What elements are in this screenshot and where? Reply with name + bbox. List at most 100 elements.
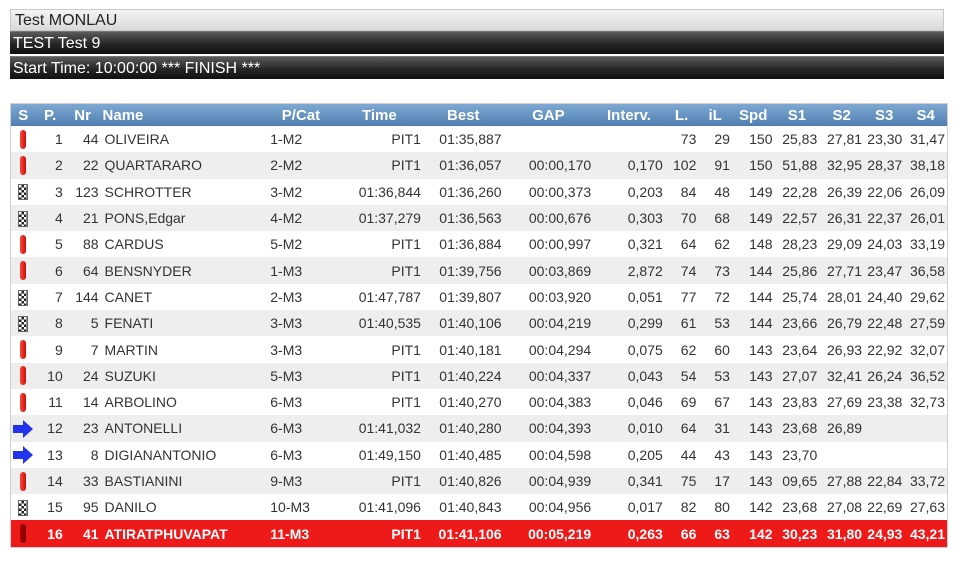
cell-spd: 144 [731, 283, 775, 311]
table-row[interactable]: 10 24 SUZUKI 5-M3 PIT1 01:40,224 00:04,337 0,04… [11, 362, 947, 389]
column-header[interactable]: S1 [774, 104, 820, 126]
cell-best: 01:36,057 [422, 152, 504, 179]
cell-s4: 36,52 [904, 362, 947, 389]
cell-spd: 150 [731, 152, 775, 179]
column-header[interactable]: Spd [731, 104, 775, 126]
cell-nr: 14 [64, 388, 101, 416]
column-header[interactable]: P/Cat [266, 104, 336, 126]
status-cell [11, 231, 36, 258]
column-header[interactable]: S2 [819, 104, 865, 126]
cell-nr: 33 [64, 467, 101, 495]
cell-il: 63 [698, 520, 732, 547]
table-row[interactable]: 12 23 ANTONELLI 6-M3 01:41,032 01:40,280 00:04… [11, 415, 947, 442]
pit-status-icon [20, 261, 27, 281]
cell-nr: 88 [64, 231, 101, 258]
table-row[interactable]: 13 8 DIGIANANTONIO 6-M3 01:49,150 01:40,485 00… [11, 441, 947, 468]
status-cell [11, 467, 36, 495]
cell-gap: 00:04,956 [503, 494, 594, 521]
table-row[interactable]: 5 88 CARDUS 5-M2 PIT1 01:36,884 00:00,997 0,321… [11, 231, 947, 258]
cell-p: 2 [35, 152, 65, 179]
table-row[interactable]: 8 5 FENATI 3-M3 01:40,535 01:40,106 00:04,219 0… [11, 310, 947, 337]
cell-p: 10 [35, 362, 65, 389]
cell-s1: 25,86 [774, 257, 820, 284]
status-cell [11, 283, 36, 311]
cell-s1: 23,70 [774, 441, 820, 468]
column-header[interactable]: L. [664, 104, 699, 126]
table-row[interactable]: 2 22 QUARTARARO 2-M2 PIT1 01:36,057 00:00,170 0… [11, 152, 947, 179]
cell-il: 31 [698, 415, 732, 442]
cell-p: 4 [35, 204, 65, 232]
column-header[interactable]: Interv. [593, 104, 665, 126]
cell-p: 8 [35, 310, 65, 337]
cell-spd: 149 [731, 204, 775, 232]
cell-s3 [864, 441, 905, 468]
column-header[interactable]: P. [35, 104, 65, 126]
cell-name: BENSNYDER [100, 257, 267, 284]
checkered-flag-icon [18, 210, 29, 227]
checkered-flag-icon [18, 184, 29, 201]
cell-s3: 22,06 [864, 178, 905, 205]
cell-time: PIT1 [335, 467, 423, 495]
cell-p: 7 [35, 283, 65, 311]
cell-gap: 00:00,170 [503, 152, 594, 179]
column-header[interactable]: Nr [64, 104, 101, 126]
table-row[interactable]: 3 123 SCHROTTER 3-M2 01:36,844 01:36,260 00:00… [11, 178, 947, 205]
cell-s4: 31,47 [904, 126, 947, 153]
cell-gap: 00:04,337 [503, 362, 594, 389]
cell-int [593, 126, 665, 153]
column-header[interactable]: Time [335, 104, 423, 126]
cell-int: 0,263 [593, 520, 665, 547]
status-cell [11, 520, 36, 547]
table-row[interactable]: 14 33 BASTIANINI 9-M3 PIT1 01:40,826 00:04,939… [11, 467, 947, 495]
table-row[interactable]: 11 14 ARBOLINO 6-M3 PIT1 01:40,270 00:04,383 0,… [11, 388, 947, 416]
table-row[interactable]: 6 64 BENSNYDER 1-M3 PIT1 01:39,756 00:03,869 2,… [11, 257, 947, 284]
cell-s3: 22,48 [864, 310, 905, 337]
cell-s2: 28,01 [819, 283, 865, 311]
cell-best: 01:39,756 [422, 257, 504, 284]
cell-p: 13 [35, 441, 65, 468]
cell-name: CANET [100, 283, 267, 311]
cell-name: ANTONELLI [100, 415, 267, 442]
cell-gap [503, 126, 594, 153]
cell-name: FENATI [100, 310, 267, 337]
cell-time: 01:40,535 [335, 310, 423, 337]
table-row[interactable]: 7 144 CANET 2-M3 01:47,787 01:39,807 00:03,920… [11, 283, 947, 311]
cell-il: 80 [698, 494, 732, 521]
cell-p: 9 [35, 336, 65, 363]
column-header[interactable]: Name [100, 104, 267, 126]
table-row[interactable]: 15 95 DANILO 10-M3 01:41,096 01:40,843 00:04,9… [11, 494, 947, 521]
cell-s1: 23,66 [774, 310, 820, 337]
cell-gap: 00:03,920 [503, 283, 594, 311]
column-header[interactable]: S [11, 104, 36, 126]
table-row[interactable]: 16 41 ATIRATPHUVAPAT 11-M3 PIT1 01:41,106 00:0… [11, 520, 947, 547]
cell-p: 3 [35, 178, 65, 205]
cell-p: 14 [35, 467, 65, 495]
cell-nr: 144 [64, 283, 101, 311]
cell-int: 0,341 [593, 467, 665, 495]
table-row[interactable]: 9 7 MARTIN 3-M3 PIT1 01:40,181 00:04,294 0,075 6… [11, 336, 947, 363]
right-arrow-icon [13, 419, 34, 438]
cell-s1: 27,07 [774, 362, 820, 389]
pit-status-icon [20, 155, 27, 175]
column-header[interactable]: GAP [503, 104, 594, 126]
table-row[interactable]: 1 44 OLIVEIRA 1-M2 PIT1 01:35,887 73 29 150 25,83… [11, 126, 947, 153]
cell-s2: 32,95 [819, 152, 865, 179]
column-header[interactable]: Best [422, 104, 504, 126]
column-header[interactable]: S3 [864, 104, 905, 126]
cell-s2: 26,79 [819, 310, 865, 337]
session-status: Start Time: 10:00:00 *** FINISH *** [10, 56, 944, 79]
cell-name: SUZUKI [100, 362, 267, 389]
cell-nr: 21 [64, 204, 101, 232]
column-header[interactable]: iL [698, 104, 732, 126]
cell-int: 2,872 [593, 257, 665, 284]
column-header[interactable]: S4 [904, 104, 947, 126]
cell-name: BASTIANINI [100, 467, 267, 495]
cell-best: 01:40,224 [422, 362, 504, 389]
cell-s3: 23,38 [864, 388, 905, 416]
table-row[interactable]: 4 21 PONS,Edgar 4-M2 01:37,279 01:36,563 00:00… [11, 204, 947, 232]
cell-il: 72 [698, 283, 732, 311]
cell-cat: 10-M3 [266, 494, 336, 521]
cell-il: 91 [698, 152, 732, 179]
cell-il: 53 [698, 362, 732, 389]
cell-s4: 43,21 [904, 520, 947, 547]
